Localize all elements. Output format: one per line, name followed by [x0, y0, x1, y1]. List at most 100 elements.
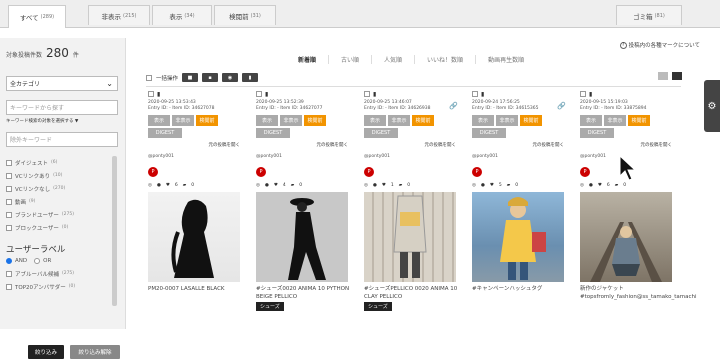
sidebar-scrollbar[interactable] [112, 156, 117, 306]
sort-oldest[interactable]: 古い順 [328, 55, 371, 64]
post-caption: #キャンペーンハッシュタグ [472, 286, 543, 292]
post-image[interactable] [364, 192, 456, 282]
tab-label: ゴミ箱 [633, 12, 653, 21]
filter-button[interactable]: 絞り込み [28, 345, 64, 359]
tab-all[interactable]: すべて (289) [8, 5, 66, 28]
bulk-actions: 一括操作 ■ ▪ ◉ ▮ [146, 73, 259, 82]
tab-count: (31) [250, 12, 261, 19]
trash-icon[interactable]: ▮ [373, 91, 376, 98]
moderate-button[interactable]: 検閲前 [196, 115, 218, 126]
select-checkbox[interactable] [472, 91, 478, 97]
select-checkbox[interactable] [148, 91, 154, 97]
show-button[interactable]: 表示 [472, 115, 494, 126]
radio-and[interactable] [6, 258, 12, 264]
show-button[interactable]: 表示 [364, 115, 386, 126]
open-original-link[interactable]: 元の投稿を開く [256, 142, 352, 148]
open-original-link[interactable]: 元の投稿を開く [364, 142, 460, 148]
moderate-button[interactable]: 検閲前 [412, 115, 434, 126]
bulk-eye-icon[interactable]: ◉ [222, 73, 239, 82]
post-image[interactable] [148, 192, 240, 282]
show-button[interactable]: 表示 [580, 115, 602, 126]
radio-or-label: OR [43, 258, 52, 264]
sort-video-views[interactable]: 動画再生数順 [475, 55, 536, 64]
category-item[interactable]: ブランドユーザー (275) [6, 208, 110, 221]
sort-popular[interactable]: 人気順 [371, 55, 414, 64]
checkbox[interactable] [6, 172, 12, 179]
post-image[interactable] [256, 192, 348, 282]
open-original-link[interactable]: 元の投稿を開く [148, 142, 244, 148]
radio-or[interactable] [34, 258, 41, 264]
show-button[interactable]: 表示 [148, 115, 170, 126]
hide-button[interactable]: 非表示 [388, 115, 410, 126]
digest-button[interactable]: DIGEST [472, 128, 506, 138]
moderate-button[interactable]: 検閲前 [628, 115, 650, 126]
category-select[interactable]: 全カテゴリ ⌄ [6, 76, 118, 91]
hide-button[interactable]: 非表示 [280, 115, 302, 126]
user-label-count: (275) [61, 271, 75, 276]
username[interactable]: @ponty001 [148, 154, 244, 159]
checkbox[interactable] [6, 211, 12, 218]
digest-button[interactable]: DIGEST [580, 128, 614, 138]
hide-button[interactable]: 非表示 [496, 115, 518, 126]
like-count: 1 [390, 183, 394, 188]
username[interactable]: @ponty001 [364, 154, 460, 159]
digest-button[interactable]: DIGEST [256, 128, 290, 138]
tab-shown[interactable]: 表示 (34) [152, 5, 212, 25]
bulk-trash-icon[interactable]: ▮ [242, 73, 259, 82]
select-checkbox[interactable] [580, 91, 586, 97]
moderate-button[interactable]: 検閲前 [304, 115, 326, 126]
select-checkbox[interactable] [364, 91, 370, 97]
user-label-item[interactable]: アブルーバル候補 (275) [6, 267, 110, 280]
checkbox[interactable] [6, 283, 12, 290]
category-item[interactable]: ダイジェスト (6) [6, 156, 110, 169]
category-item[interactable]: VCリンクあり (10) [6, 169, 110, 182]
checkbox[interactable] [6, 159, 12, 166]
link-icon[interactable]: 🔗 [449, 103, 458, 110]
username[interactable]: @ponty001 [472, 154, 568, 159]
post-image[interactable] [580, 192, 672, 282]
moderate-button[interactable]: 検閲前 [520, 115, 542, 126]
open-original-link[interactable]: 元の投稿を開く [472, 142, 568, 148]
tab-trash[interactable]: ゴミ箱 (81) [616, 5, 682, 25]
category-item[interactable]: ブロックユーザー (0) [6, 221, 110, 234]
show-button[interactable]: 表示 [256, 115, 278, 126]
pinterest-icon: P [472, 167, 482, 177]
tab-hidden[interactable]: 非表示 (215) [88, 5, 150, 25]
grid-view-icon[interactable] [672, 72, 682, 80]
sort-likes[interactable]: いいね！数順 [414, 55, 475, 64]
bulk-hide-icon[interactable]: ▪ [202, 73, 219, 82]
digest-button[interactable]: DIGEST [364, 128, 398, 138]
bulk-show-icon[interactable]: ■ [182, 73, 199, 82]
user-label-item[interactable]: TOP20アンバサダー (0) [6, 280, 110, 293]
exclude-keyword-input[interactable]: 除外キーワード [6, 132, 118, 147]
list-view-icon[interactable] [658, 72, 668, 80]
hide-button[interactable]: 非表示 [172, 115, 194, 126]
settings-gear-icon[interactable]: ⚙ [704, 80, 720, 132]
trash-icon[interactable]: ▮ [481, 91, 484, 98]
checkbox[interactable] [6, 224, 12, 231]
marks-help-link[interactable]: ? 投稿内の各種マークについて [619, 41, 700, 49]
link-icon[interactable]: 🔗 [557, 103, 566, 110]
select-checkbox[interactable] [256, 91, 262, 97]
checkbox[interactable] [6, 198, 12, 205]
tab-moderation[interactable]: 検閲前 (31) [214, 5, 276, 25]
sort-newest[interactable]: 新着順 [286, 55, 328, 64]
trash-icon[interactable]: ▮ [265, 91, 268, 98]
checkbox[interactable] [6, 185, 12, 192]
username[interactable]: @ponty001 [256, 154, 352, 159]
trash-icon[interactable]: ▮ [589, 91, 592, 98]
keyword-search-input[interactable]: キーワードから探す [6, 100, 118, 115]
category-item[interactable]: VCリンクなし (270) [6, 182, 110, 195]
comment-count: 0 [623, 183, 627, 188]
digest-button[interactable]: DIGEST [148, 128, 182, 138]
trash-icon[interactable]: ▮ [157, 91, 160, 98]
hide-button[interactable]: 非表示 [604, 115, 626, 126]
open-original-link[interactable]: 元の投稿を開く [580, 142, 676, 148]
keyword-target-toggle[interactable]: キーワード検索の対象を選択する ▼ [6, 118, 78, 124]
checkbox[interactable] [6, 270, 12, 277]
post-image[interactable] [472, 192, 564, 282]
category-item[interactable]: 動画 (9) [6, 195, 110, 208]
select-all-checkbox[interactable] [146, 74, 152, 81]
clear-filter-button[interactable]: 絞り込み解除 [70, 345, 120, 359]
post-stats: ◎ ● ♥ 4 ▰ 0 [256, 183, 352, 188]
